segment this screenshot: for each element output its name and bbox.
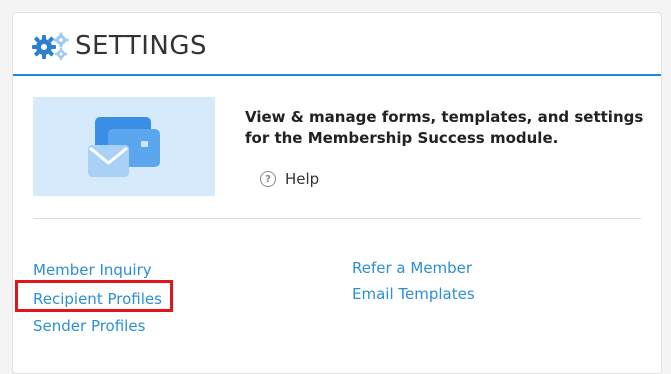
link-sender-profiles[interactable]: Sender Profiles bbox=[33, 317, 145, 335]
question-circle-icon: ? bbox=[260, 171, 276, 187]
settings-card: SETTINGS View & manage forms, templates,… bbox=[12, 12, 662, 374]
link-refer-a-member[interactable]: Refer a Member bbox=[352, 259, 472, 277]
page-title: SETTINGS bbox=[75, 31, 208, 61]
envelope-cards-icon bbox=[88, 117, 160, 177]
module-description: View & manage forms, templates, and sett… bbox=[245, 108, 644, 147]
help-label: Help bbox=[285, 170, 320, 188]
help-link[interactable]: ? Help bbox=[260, 167, 319, 191]
link-email-templates[interactable]: Email Templates bbox=[352, 285, 475, 303]
gears-icon bbox=[32, 32, 69, 60]
divider bbox=[33, 218, 641, 219]
link-member-inquiry[interactable]: Member Inquiry bbox=[33, 261, 152, 279]
settings-header: SETTINGS bbox=[13, 13, 661, 76]
recipient-profiles-highlight bbox=[15, 280, 173, 312]
module-illustration bbox=[33, 97, 215, 196]
